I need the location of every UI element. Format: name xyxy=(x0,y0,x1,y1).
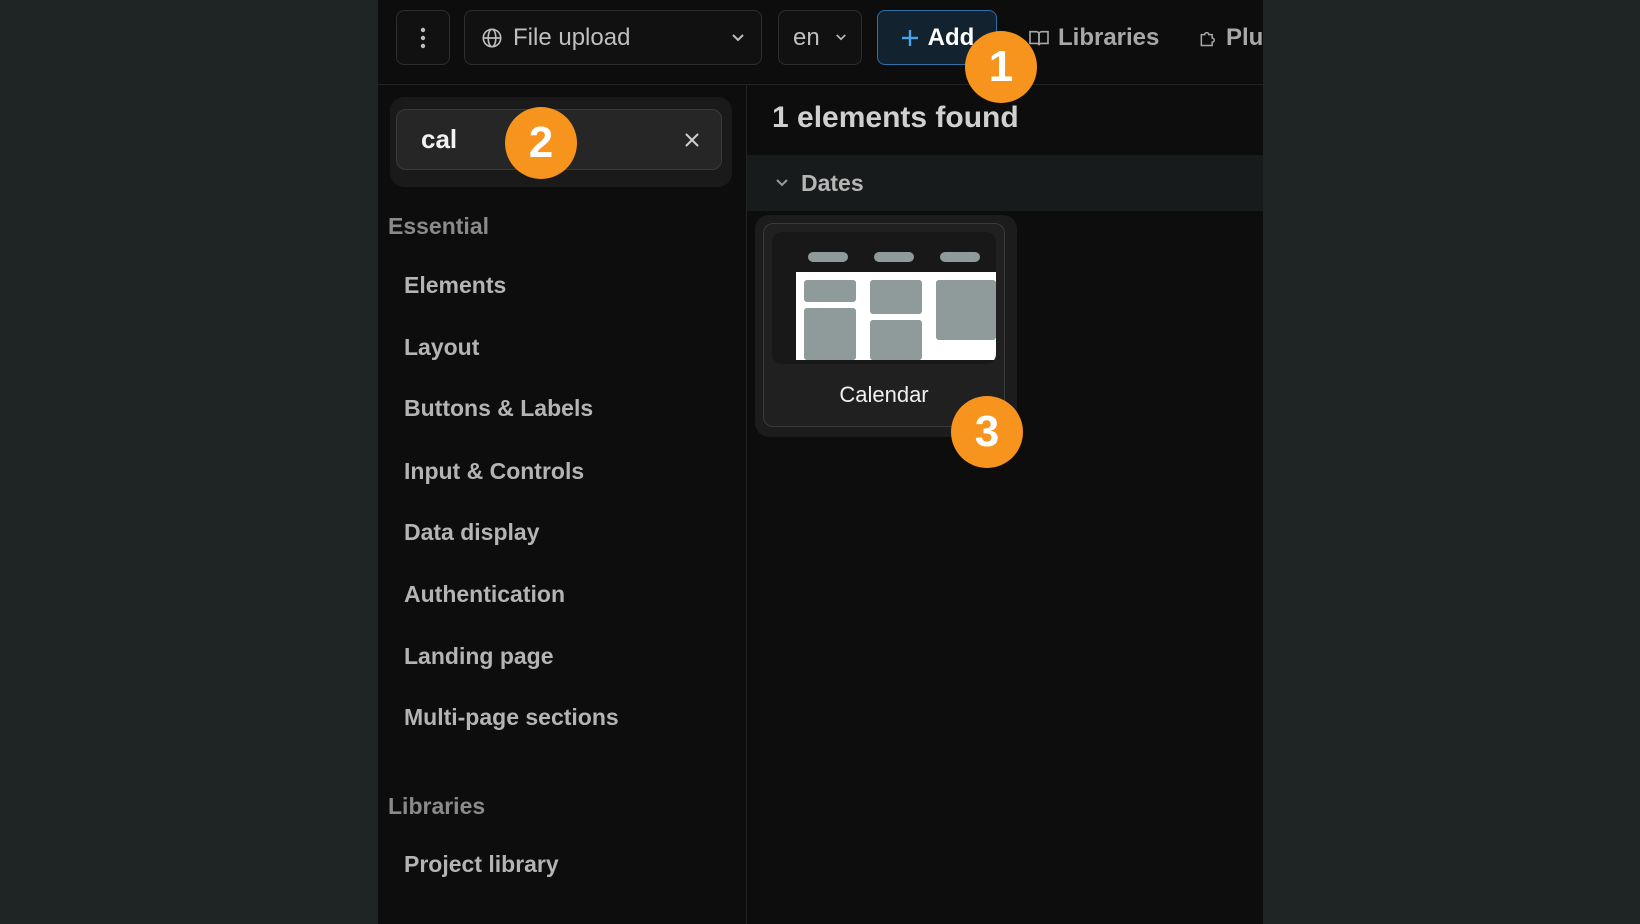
add-button-label: Add xyxy=(927,23,975,51)
libraries-section-label: Libraries xyxy=(388,793,486,819)
calendar-element-card[interactable]: Calendar xyxy=(763,223,1005,427)
plugins-label: Plu xyxy=(1226,23,1263,51)
puzzle-icon xyxy=(1200,31,1215,46)
close-icon xyxy=(685,132,699,147)
step-badge-3: 3 xyxy=(951,396,1023,468)
results-panel: 1 elements found Dates Calendar xyxy=(747,85,1263,924)
results-count-title: 1 elements found xyxy=(772,101,1019,134)
chevron-down-icon xyxy=(732,33,744,41)
book-open-icon xyxy=(1029,30,1049,45)
dates-group-header[interactable]: Dates xyxy=(747,155,1263,211)
step-badge-2: 2 xyxy=(505,107,577,179)
language-select[interactable]: en xyxy=(778,10,862,65)
language-label: en xyxy=(793,23,820,51)
plugins-link[interactable]: Plu xyxy=(1198,10,1263,65)
file-upload-select[interactable]: File upload xyxy=(464,10,762,65)
sidebar-item-elements[interactable]: Elements xyxy=(404,272,506,299)
libraries-link[interactable]: Libraries xyxy=(1028,10,1159,65)
plus-icon xyxy=(901,29,918,46)
sidebar-item-project-library[interactable]: Project library xyxy=(404,851,559,878)
globe-icon xyxy=(482,27,502,48)
sidebar-item-authentication[interactable]: Authentication xyxy=(404,581,565,608)
clear-search-button[interactable] xyxy=(677,125,707,155)
sidebar-item-data-display[interactable]: Data display xyxy=(404,519,540,546)
sidebar-item-input-controls[interactable]: Input & Controls xyxy=(404,458,584,485)
sidebar-item-multi-page-sections[interactable]: Multi-page sections xyxy=(404,704,619,731)
dates-group-label: Dates xyxy=(801,169,864,196)
more-vertical-icon xyxy=(420,27,426,48)
essential-section-label: Essential xyxy=(388,213,489,239)
file-select-label: File upload xyxy=(513,23,631,51)
top-toolbar: File upload en Add Libraries Plu xyxy=(378,0,1263,85)
sidebar-item-buttons-labels[interactable]: Buttons & Labels xyxy=(404,395,593,422)
chevron-down-icon xyxy=(836,34,846,41)
sidebar-item-layout[interactable]: Layout xyxy=(404,334,479,361)
calendar-preview-thumbnail xyxy=(772,232,996,364)
step-badge-1: 1 xyxy=(965,31,1037,103)
sidebar: Essential Elements Layout Buttons & Labe… xyxy=(378,85,747,924)
libraries-label: Libraries xyxy=(1058,23,1160,51)
calendar-preview-icon xyxy=(796,252,996,360)
chevron-down-icon xyxy=(776,179,788,187)
more-options-button[interactable] xyxy=(396,10,450,65)
sidebar-item-landing-page[interactable]: Landing page xyxy=(404,643,554,670)
